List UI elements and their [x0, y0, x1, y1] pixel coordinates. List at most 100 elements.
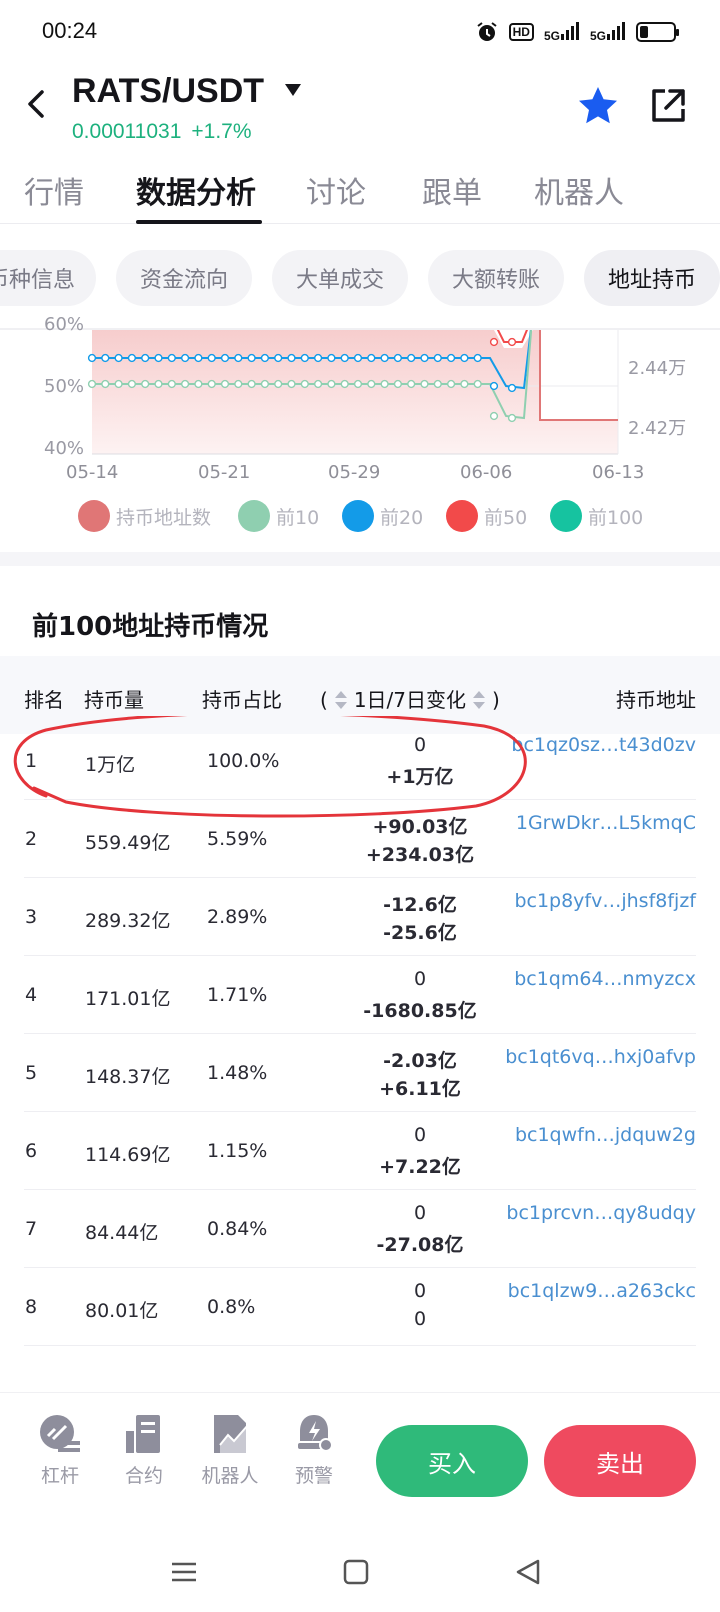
row-amount: 84.44亿 [85, 1222, 159, 1244]
pair-title[interactable]: RATS/USDT [72, 72, 264, 111]
series-point [287, 379, 296, 389]
series-point [154, 379, 163, 389]
row-address-link[interactable]: bc1qlzw9…a263ckc [508, 1280, 696, 1302]
series-point [127, 353, 137, 363]
row-change-1d: +90.03亿 [372, 816, 468, 838]
table-row[interactable]: 6 114.69亿 1.15% 0 +7.22亿 bc1qwfn…jdquw2g [0, 1110, 720, 1190]
status-icons: HD 5G 5G [475, 18, 679, 46]
y-tick-left-40: 40% [44, 438, 85, 459]
row-address-link[interactable]: 1GrwDkr…L5kmqC [516, 812, 696, 834]
tab-market[interactable]: 行情 [24, 168, 84, 212]
caret-down-icon[interactable] [284, 82, 302, 98]
legend-top20[interactable]: 前20 [342, 500, 423, 532]
series-point [353, 379, 363, 389]
row-amount: 148.37亿 [85, 1066, 171, 1088]
row-address-link[interactable]: bc1prcvn…qy8udqy [506, 1202, 696, 1224]
network-5g-2: 5G [590, 21, 626, 43]
row-change-7d: +1万亿 [386, 766, 454, 788]
series-point [87, 379, 97, 389]
sort-arrows-icon[interactable] [472, 689, 486, 711]
nav-alert[interactable]: 预警 [274, 1413, 354, 1488]
series-point [154, 353, 163, 363]
sell-button[interactable]: 卖出 [544, 1425, 696, 1497]
favorite-star-icon[interactable] [576, 84, 620, 128]
series-point [393, 353, 403, 363]
series-point [194, 353, 203, 363]
row-address-link[interactable]: bc1qz0sz…t43d0zv [511, 734, 696, 756]
series-point [433, 353, 442, 363]
series-point [167, 353, 176, 363]
sort-arrows-icon[interactable] [334, 689, 348, 711]
row-change-1d: 0 [413, 734, 427, 756]
alert-icon [298, 1415, 333, 1452]
row-change-7d: 0 [413, 1308, 427, 1330]
tab-robot[interactable]: 机器人 [534, 168, 624, 212]
tab-discussion[interactable]: 讨论 [306, 168, 366, 212]
menu-icon[interactable] [168, 1556, 200, 1588]
tab-copy-trading[interactable]: 跟单 [422, 168, 482, 212]
chip-address-holdings[interactable]: 地址持币 [584, 250, 720, 306]
series-point [234, 353, 243, 363]
nav-contract[interactable]: 合约 [104, 1413, 184, 1488]
table-row[interactable]: 8 80.01亿 0.8% 0 0 bc1qlzw9…a263ckc [0, 1266, 720, 1346]
row-rank: 6 [25, 1140, 38, 1162]
chip-large-trades[interactable]: 大单成交 [272, 250, 408, 306]
x-tick-0514: 05-14 [66, 462, 119, 483]
series-point [473, 353, 482, 363]
row-address-link[interactable]: bc1qwfn…jdquw2g [515, 1124, 696, 1146]
series-point [194, 379, 203, 389]
chip-coin-info[interactable]: 币种信息 [0, 250, 96, 306]
th-ratio: 持币占比 [202, 688, 282, 712]
row-address-link[interactable]: bc1p8yfv…jhsf8fjzf [514, 890, 696, 912]
row-change-1d: 0 [413, 968, 427, 990]
series-point [247, 379, 256, 389]
row-divider [24, 1345, 696, 1346]
back-triangle-icon[interactable] [512, 1556, 544, 1588]
legend-top10[interactable]: 前10 [238, 500, 319, 532]
x-tick-0521: 05-21 [198, 462, 251, 483]
th-change[interactable]: (1日/7日变化) [320, 684, 500, 713]
legend-top50[interactable]: 前50 [446, 500, 527, 532]
table-row[interactable]: 7 84.44亿 0.84% 0 -27.08亿 bc1prcvn…qy8udqy [0, 1188, 720, 1268]
status-bar: 00:24 HD 5G 5G [0, 0, 720, 64]
leverage-icon [40, 1415, 80, 1452]
table-row[interactable]: 4 171.01亿 1.71% 0 -1680.85亿 bc1qm64…nmyzcx [0, 954, 720, 1034]
chart-legend: 持币地址数 前10 前20 前50 前100 [0, 500, 720, 540]
row-address-link[interactable]: bc1qm64…nmyzcx [514, 968, 696, 990]
signal-icon [560, 21, 579, 40]
table-row[interactable]: 1 1万亿 100.0% 0 +1万亿 bc1qz0sz…t43d0zv [0, 720, 720, 800]
series-point [507, 383, 517, 393]
legend-holders[interactable]: 持币地址数 [78, 500, 211, 532]
row-change-1d: -12.6亿 [383, 894, 457, 916]
back-arrow-icon[interactable] [18, 86, 54, 122]
series-point [247, 353, 256, 363]
row-change-7d: -1680.85亿 [363, 1000, 477, 1022]
chip-large-transfers[interactable]: 大额转账 [428, 250, 564, 306]
row-rank: 8 [25, 1296, 38, 1318]
system-navigation-bar [0, 1532, 720, 1612]
row-rank: 1 [25, 750, 38, 772]
nav-leverage[interactable]: 杠杆 [20, 1413, 100, 1488]
series-point [393, 379, 403, 389]
nav-robot[interactable]: 机器人 [190, 1413, 270, 1488]
share-icon[interactable] [648, 86, 688, 126]
buy-button[interactable]: 买入 [376, 1425, 528, 1497]
table-row[interactable]: 2 559.49亿 5.59% +90.03亿 +234.03亿 1GrwDkr…L5km… [0, 798, 720, 878]
series-point [489, 337, 499, 347]
series-point [380, 379, 389, 389]
legend-top100[interactable]: 前100 [550, 500, 643, 532]
row-change-1d: 0 [413, 1124, 427, 1146]
table-row[interactable]: 5 148.37亿 1.48% -2.03亿 +6.11亿 bc1qt6vq…hxj0af… [0, 1032, 720, 1112]
series-point [260, 353, 270, 363]
row-change-7d: +6.11亿 [379, 1078, 461, 1100]
tab-data-analysis[interactable]: 数据分析 [136, 168, 256, 212]
series-point [260, 379, 270, 389]
legend-dot [78, 500, 110, 532]
th-amount: 持币量 [84, 688, 144, 712]
home-square-icon[interactable] [340, 1556, 372, 1588]
row-address-link[interactable]: bc1qt6vq…hxj0afvp [505, 1046, 696, 1068]
chip-fund-flow[interactable]: 资金流向 [116, 250, 252, 306]
series-point [460, 353, 469, 363]
row-change-1d: 0 [413, 1202, 427, 1224]
table-row[interactable]: 3 289.32亿 2.89% -12.6亿 -25.6亿 bc1p8yfv…jhsf8f… [0, 876, 720, 956]
